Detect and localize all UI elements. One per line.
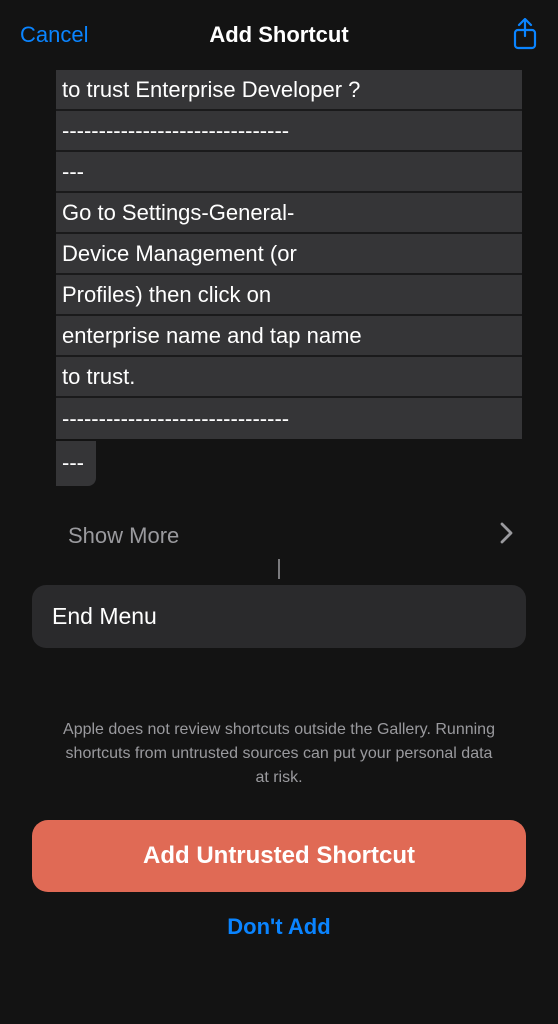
page-title: Add Shortcut: [209, 22, 348, 48]
text-fragment: ---: [56, 441, 96, 486]
end-menu-block: End Menu: [32, 585, 526, 648]
cancel-button[interactable]: Cancel: [20, 18, 88, 52]
add-untrusted-button[interactable]: Add Untrusted Shortcut: [32, 820, 526, 892]
main-content: to trust Enterprise Developer ? --------…: [0, 70, 558, 790]
text-line: to trust.: [56, 357, 522, 398]
text-line: enterprise name and tap name: [56, 316, 522, 357]
text-line: to trust Enterprise Developer ?: [56, 70, 522, 111]
text-line: Device Management (or: [56, 234, 522, 275]
share-button[interactable]: [512, 14, 538, 57]
show-more-button[interactable]: Show More: [60, 514, 522, 557]
modal-header: Cancel Add Shortcut: [0, 0, 558, 70]
text-line: ---: [56, 152, 522, 193]
shortcut-text-block: to trust Enterprise Developer ? --------…: [56, 70, 522, 439]
chevron-right-icon: [500, 522, 514, 549]
text-line: Go to Settings-General-: [56, 193, 522, 234]
share-icon: [512, 38, 538, 53]
text-line: -------------------------------: [56, 111, 522, 152]
show-more-label: Show More: [68, 523, 179, 549]
warning-text: Apple does not review shortcuts outside …: [32, 718, 526, 790]
text-line: Profiles) then click on: [56, 275, 522, 316]
dont-add-button[interactable]: Don't Add: [0, 892, 558, 940]
text-line: -------------------------------: [56, 398, 522, 439]
flow-connector: [278, 559, 280, 579]
